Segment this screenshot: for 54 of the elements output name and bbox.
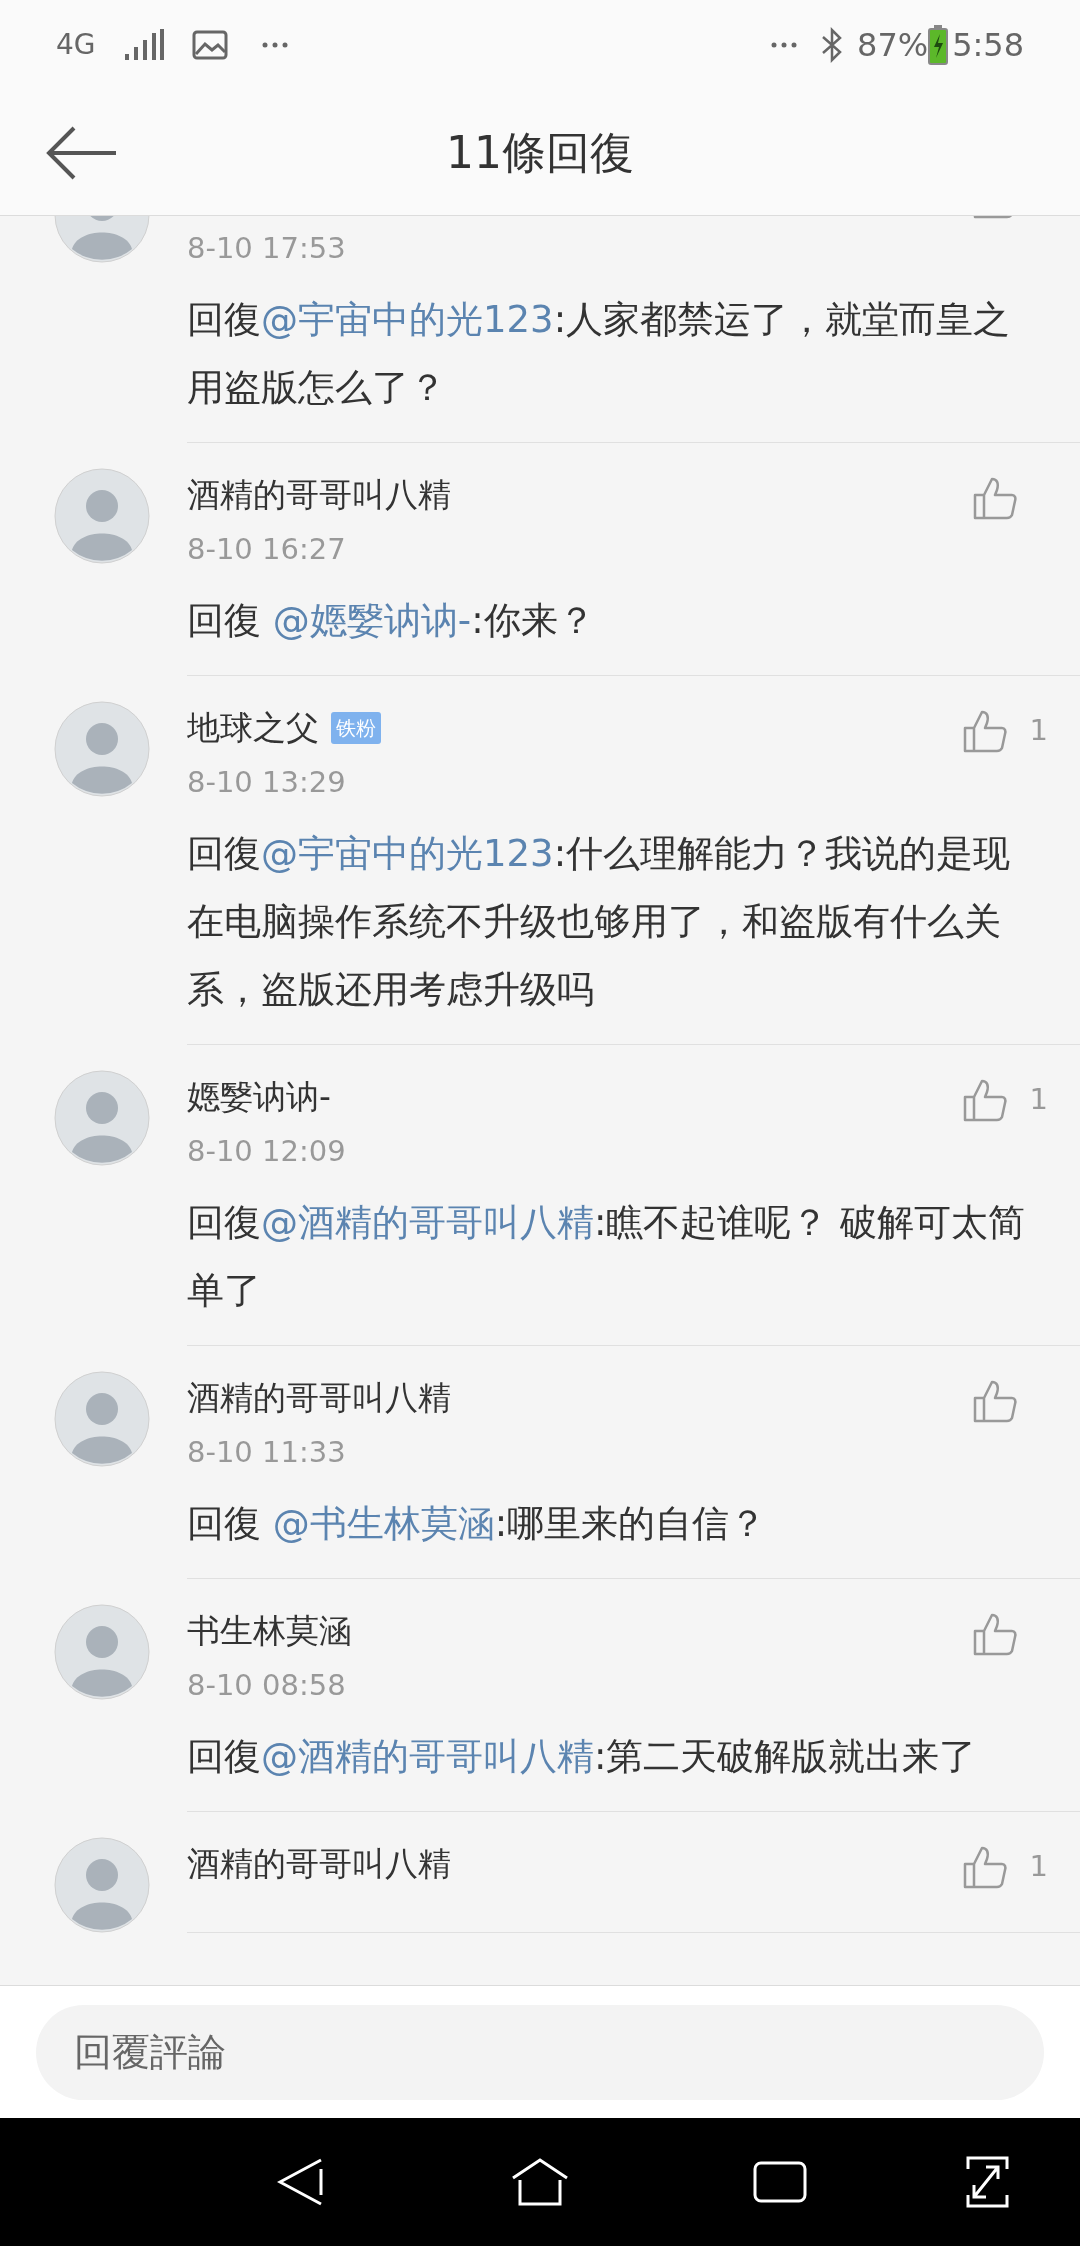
thumbs-up-icon[interactable] xyxy=(972,1378,1018,1424)
more-icon xyxy=(261,42,288,48)
thumbs-up-icon[interactable] xyxy=(972,1611,1018,1657)
comment-text: 回復@酒精的哥哥叫八精:瞧不起谁呢？ 破解可太简单了 xyxy=(187,1200,1027,1314)
more-icon xyxy=(771,42,797,48)
mention-link[interactable]: @宇宙中的光123 xyxy=(261,832,554,875)
user-name[interactable]: 地球之父 xyxy=(187,706,319,750)
comment-text: 回復@酒精的哥哥叫八精:第二天破解版就出来了 xyxy=(187,1734,978,1780)
clock-time: 5:58 xyxy=(952,25,1024,66)
thumbs-up-icon[interactable] xyxy=(961,1844,1008,1890)
avatar-icon[interactable] xyxy=(54,1837,150,1933)
home-icon xyxy=(511,2158,569,2206)
image-icon xyxy=(191,30,228,60)
avatar-icon[interactable] xyxy=(54,701,150,797)
user-name[interactable]: 酒精的哥哥叫八精 xyxy=(187,473,451,517)
mention-link[interactable]: @酒精的哥哥叫八精 xyxy=(261,1735,594,1778)
comment-text: 回復@宇宙中的光123:人家都禁运了，就堂而皇之用盗版怎么了？ xyxy=(187,297,1012,411)
comment-text: 回復 @书生林莫涵:哪里来的自信？ xyxy=(187,1501,768,1547)
mention-link[interactable]: @酒精的哥哥叫八精 xyxy=(261,1201,594,1244)
user-name[interactable]: 书生林莫涵 xyxy=(187,1609,352,1653)
mention-link[interactable]: @宇宙中的光123 xyxy=(261,298,554,341)
recents-icon xyxy=(753,2161,807,2203)
network-indicator: 4G xyxy=(56,27,96,63)
comment-time: 8-10 13:29 xyxy=(187,764,346,801)
signal-icon xyxy=(123,28,164,62)
avatar-icon[interactable] xyxy=(54,1604,150,1700)
mention-link[interactable]: @嫕嫛讷讷- xyxy=(272,599,472,642)
user-name[interactable]: 酒精的哥哥叫八精 xyxy=(187,1842,451,1886)
comment-text: 回復 @嫕嫛讷讷-:你来？ xyxy=(187,598,596,644)
comment-time: 8-10 08:58 xyxy=(187,1667,346,1704)
page-title: 11條回復 xyxy=(446,126,634,180)
battery-charging-icon xyxy=(928,25,949,65)
like-count: 1 xyxy=(1029,712,1048,750)
comment-time: 8-10 17:53 xyxy=(187,230,346,267)
comment-time: 8-10 12:09 xyxy=(187,1133,346,1170)
back-arrow-icon xyxy=(46,124,118,181)
user-name[interactable]: 酒精的哥哥叫八精 xyxy=(187,1376,451,1420)
comment-time: 8-10 11:33 xyxy=(187,1434,346,1471)
reply-input-field[interactable]: 回覆評論 xyxy=(36,2004,1044,2100)
comment-time: 8-10 16:27 xyxy=(187,531,346,568)
mention-link[interactable]: @书生林莫涵 xyxy=(272,1502,495,1545)
avatar-icon[interactable] xyxy=(54,1070,150,1166)
triangle-back-icon xyxy=(277,2157,323,2207)
battery-percent: 87% xyxy=(857,25,929,66)
like-count: 1 xyxy=(1029,1848,1048,1886)
avatar-icon[interactable] xyxy=(54,1371,150,1467)
comment-text: 回復@宇宙中的光123:什么理解能力？我说的是现在电脑操作系统不升级也够用了，和盗版有什么关系，盗版还用考虑升级吗 xyxy=(187,831,1012,1013)
like-count: 1 xyxy=(1029,1081,1048,1119)
thumbs-up-icon[interactable] xyxy=(961,1077,1008,1123)
fan-badge: 铁粉 xyxy=(331,712,381,744)
avatar-icon[interactable] xyxy=(54,468,150,564)
user-name[interactable]: 嫕嫛讷讷- xyxy=(187,1075,331,1119)
thumbs-up-icon[interactable] xyxy=(972,475,1018,521)
thumbs-up-icon[interactable] xyxy=(961,708,1008,754)
